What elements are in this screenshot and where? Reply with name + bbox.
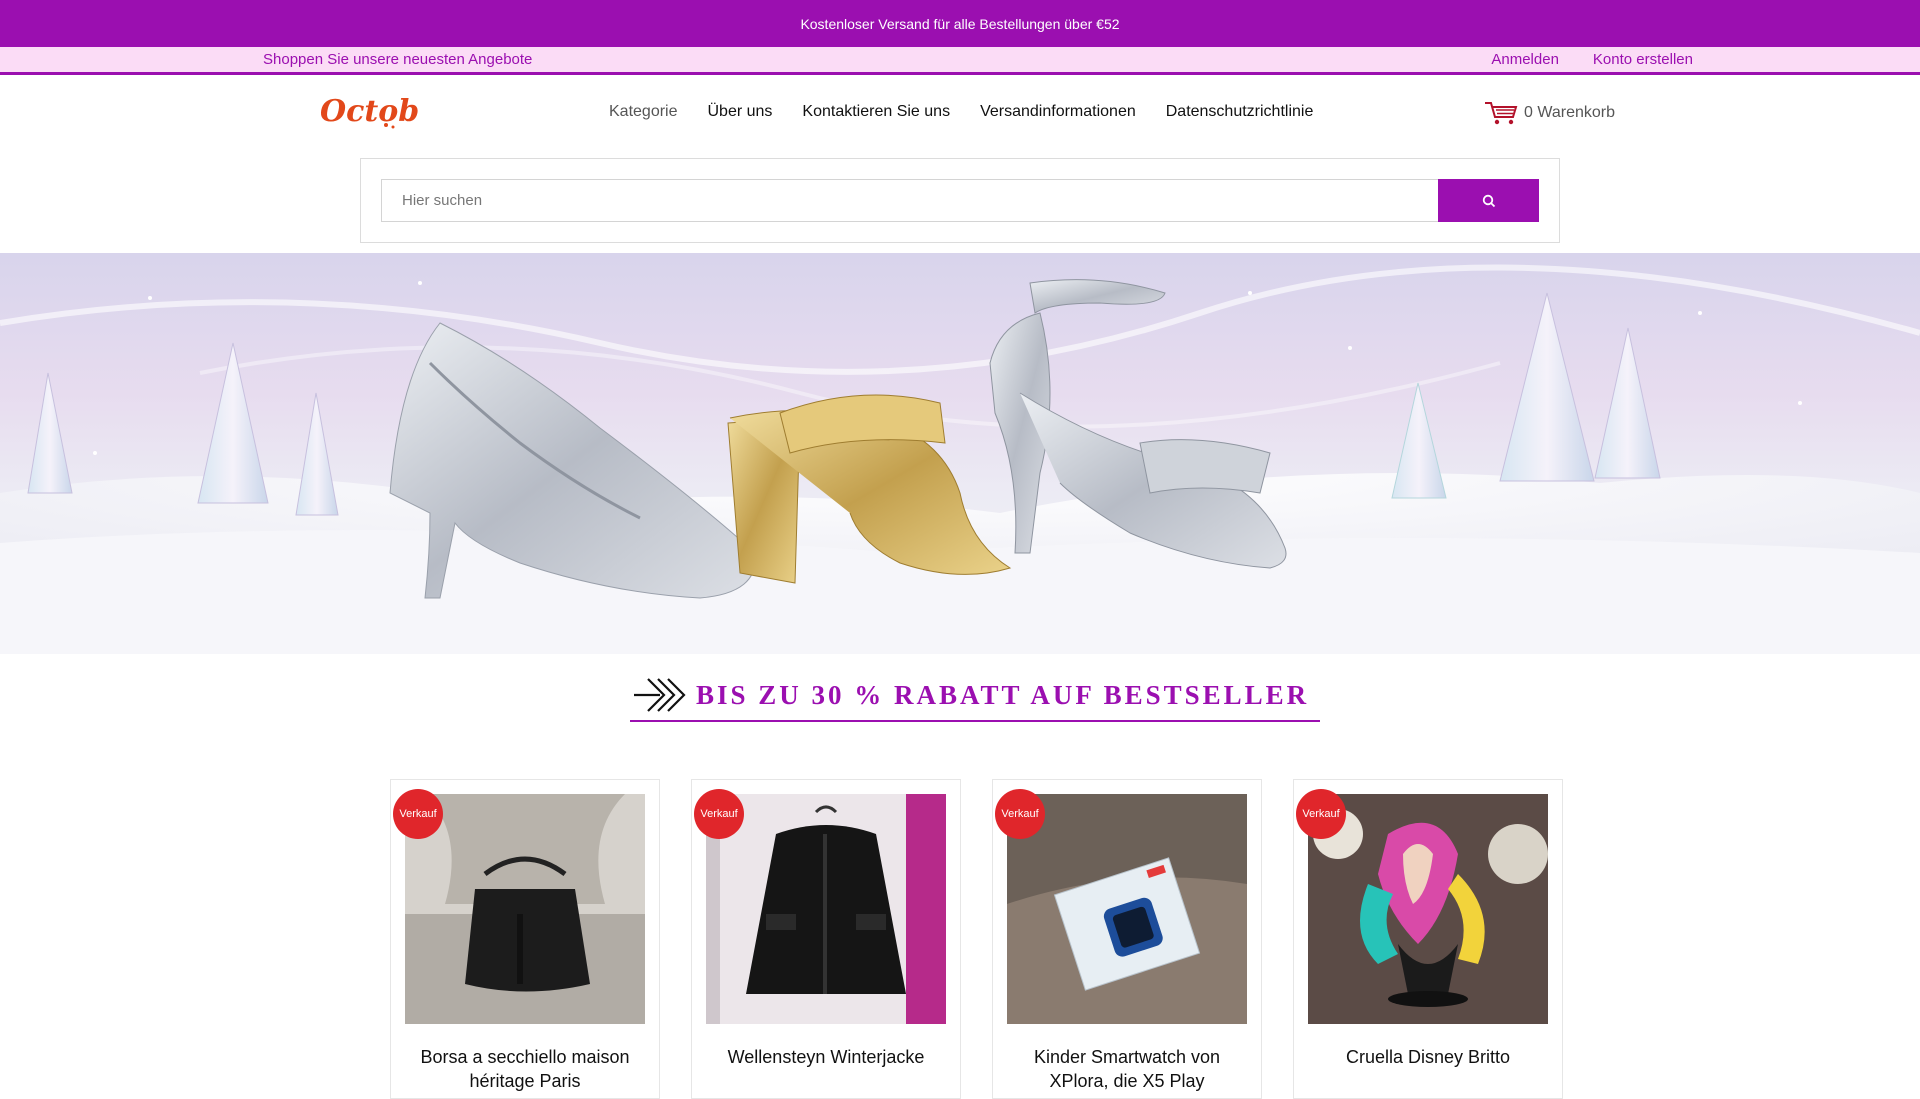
product-image [1007, 794, 1247, 1024]
product-card[interactable]: Verkauf Wellensteyn Winterjacke [691, 779, 961, 1099]
cart-button[interactable]: 0 Warenkorb [1484, 100, 1615, 126]
sale-badge: Verkauf [995, 789, 1045, 839]
product-title: Wellensteyn Winterjacke [727, 1047, 925, 1067]
nav-item-about[interactable]: Über uns [708, 103, 773, 121]
login-link[interactable]: Anmelden [1491, 51, 1559, 68]
search-bar [360, 158, 1560, 243]
product-title: Kinder Smartwatch von XPlora, die X5 Pla… [1033, 1047, 1221, 1091]
nav-item-contact[interactable]: Kontaktieren Sie uns [802, 103, 950, 121]
search-button[interactable] [1438, 179, 1539, 222]
product-image [1308, 794, 1548, 1024]
sale-badge: Verkauf [694, 789, 744, 839]
promo-heading: BIS ZU 30 % RABATT AUF BESTSELLER [630, 670, 1320, 722]
cart-icon [1485, 102, 1518, 125]
nav-item-privacy[interactable]: Datenschutzrichtlinie [1166, 103, 1314, 121]
svg-text:October: October [320, 94, 420, 129]
product-title: Borsa a secchiello maison héritage Paris [420, 1047, 630, 1091]
account-links: Anmelden Konto erstellen [1491, 51, 1693, 68]
nav-item-shipping[interactable]: Versandinformationen [980, 103, 1136, 121]
product-image [405, 794, 645, 1024]
shipping-banner-text: Kostenloser Versand für alle Bestellunge… [800, 15, 1120, 32]
search-icon [1482, 194, 1495, 207]
brand-logo[interactable]: October [318, 87, 420, 135]
product-card[interactable]: Verkauf Borsa a secchiello maison hérita… [390, 779, 660, 1099]
product-card[interactable]: Verkauf Kinder Smartwatch von XPlora, di… [992, 779, 1262, 1099]
nav-item-category[interactable]: Kategorie [609, 103, 678, 121]
product-card[interactable]: Verkauf Cruella Disney Britto [1293, 779, 1563, 1099]
product-title: Cruella Disney Britto [1345, 1047, 1511, 1067]
hero-banner[interactable] [0, 253, 1920, 654]
sale-badge: Verkauf [393, 789, 443, 839]
double-chevron-right-icon [634, 678, 686, 712]
cart-label: 0 Warenkorb [1524, 104, 1615, 121]
account-bar: Shoppen Sie unsere neuesten Angebote Anm… [0, 47, 1920, 75]
latest-offers-link[interactable]: Shoppen Sie unsere neuesten Angebote [263, 51, 532, 68]
sale-badge: Verkauf [1296, 789, 1346, 839]
site-header: October Kategorie Über uns Kontaktieren … [0, 75, 1920, 149]
register-link[interactable]: Konto erstellen [1593, 51, 1693, 68]
product-image [706, 794, 946, 1024]
hero-banner-image [0, 264, 1920, 654]
shipping-banner: Kostenloser Versand für alle Bestellunge… [0, 0, 1920, 47]
promo-title: BIS ZU 30 % RABATT AUF BESTSELLER [696, 679, 1310, 710]
search-input[interactable] [381, 179, 1438, 222]
product-grid: Verkauf Borsa a secchiello maison hérita… [390, 779, 1563, 1099]
main-nav: Kategorie Über uns Kontaktieren Sie uns … [609, 103, 1313, 121]
